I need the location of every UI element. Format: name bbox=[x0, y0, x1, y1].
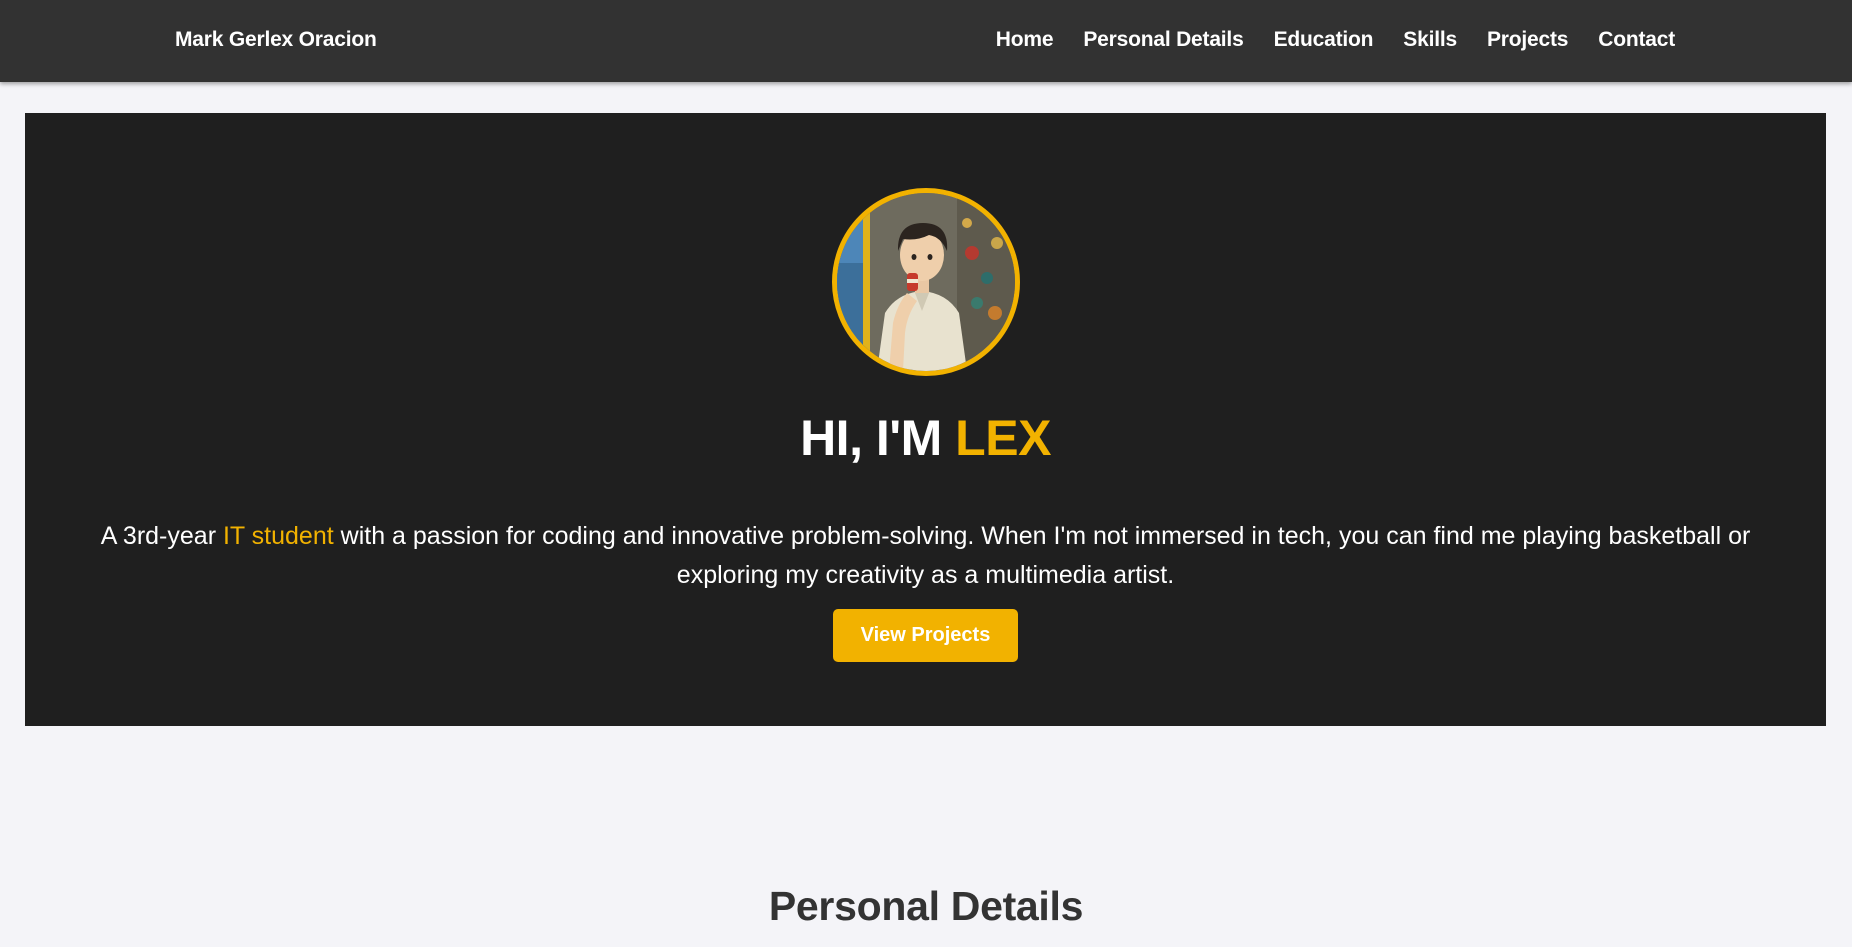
hero-section: HI, I'M LEX A 3rd-year IT student with a… bbox=[25, 113, 1826, 726]
navbar: Mark Gerlex Oracion Home Personal Detail… bbox=[0, 0, 1852, 82]
nav-link-projects[interactable]: Projects bbox=[1487, 28, 1568, 52]
nav-link-skills[interactable]: Skills bbox=[1403, 28, 1457, 52]
brand-link[interactable]: Mark Gerlex Oracion bbox=[175, 28, 377, 52]
hero-desc-highlight: IT student bbox=[222, 522, 334, 550]
hero-desc-suffix: with a passion for coding and innovative… bbox=[333, 522, 1751, 589]
hero-description: A 3rd-year IT student with a passion for… bbox=[85, 517, 1766, 595]
hero-desc-prefix: A 3rd-year bbox=[100, 522, 223, 550]
nav-link-home[interactable]: Home bbox=[996, 28, 1054, 52]
view-projects-button[interactable]: View Projects bbox=[833, 609, 1018, 662]
profile-avatar bbox=[832, 188, 1020, 376]
hero-title-prefix: HI, I'M bbox=[800, 410, 956, 466]
personal-details-heading: Personal Details bbox=[768, 883, 1084, 929]
nav-link-personal-details[interactable]: Personal Details bbox=[1083, 28, 1243, 52]
hero-title-name: LEX bbox=[955, 410, 1051, 466]
nav-link-contact[interactable]: Contact bbox=[1598, 28, 1675, 52]
profile-illustration bbox=[837, 193, 1015, 371]
nav-menu: Home Personal Details Education Skills P… bbox=[996, 28, 1675, 52]
hero-title: HI, I'M LEX bbox=[25, 409, 1826, 467]
nav-link-education[interactable]: Education bbox=[1274, 28, 1374, 52]
